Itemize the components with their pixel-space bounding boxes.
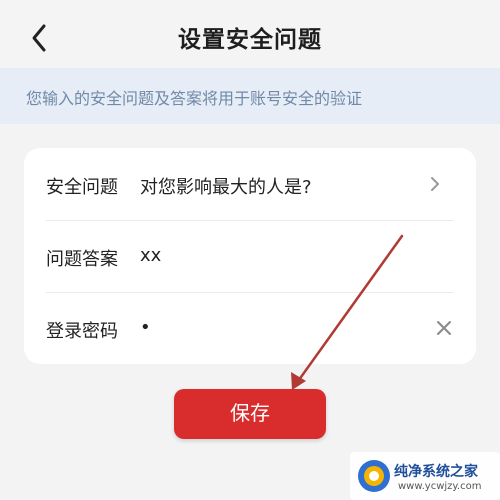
password-label: 登录密码 — [46, 321, 118, 342]
answer-field[interactable]: xx — [140, 245, 161, 266]
notice-banner: 您输入的安全问题及答案将用于账号安全的验证 — [0, 68, 500, 124]
site-watermark: 纯净系统之家 www.ycwjzy.com — [350, 452, 500, 500]
security-question-row[interactable]: 安全问题 对您影响最大的人是? — [24, 148, 476, 220]
back-button[interactable] — [26, 20, 54, 56]
password-field[interactable]: • — [140, 317, 151, 338]
site-logo-icon — [358, 460, 390, 492]
clear-icon — [437, 321, 451, 335]
page-title: 设置安全问题 — [178, 27, 322, 53]
watermark-url: www.ycwjzy.com — [398, 481, 482, 492]
clear-password-button[interactable] — [434, 318, 454, 338]
security-question-value: 对您影响最大的人是? — [140, 177, 312, 198]
security-question-label: 安全问题 — [46, 177, 118, 198]
back-arrow-icon — [32, 24, 46, 52]
security-form-card: 安全问题 对您影响最大的人是? 问题答案 xx 登录密码 • — [24, 148, 476, 364]
save-button[interactable]: 保存 — [174, 389, 326, 439]
save-button-label: 保存 — [230, 403, 270, 425]
password-row: 登录密码 • — [24, 292, 476, 364]
answer-row: 问题答案 xx — [24, 220, 476, 292]
header-bar: 设置安全问题 — [0, 0, 500, 68]
watermark-name: 纯净系统之家 — [394, 464, 478, 480]
answer-label: 问题答案 — [46, 249, 118, 270]
notice-text: 您输入的安全问题及答案将用于账号安全的验证 — [26, 89, 363, 108]
chevron-right-icon — [431, 177, 439, 191]
